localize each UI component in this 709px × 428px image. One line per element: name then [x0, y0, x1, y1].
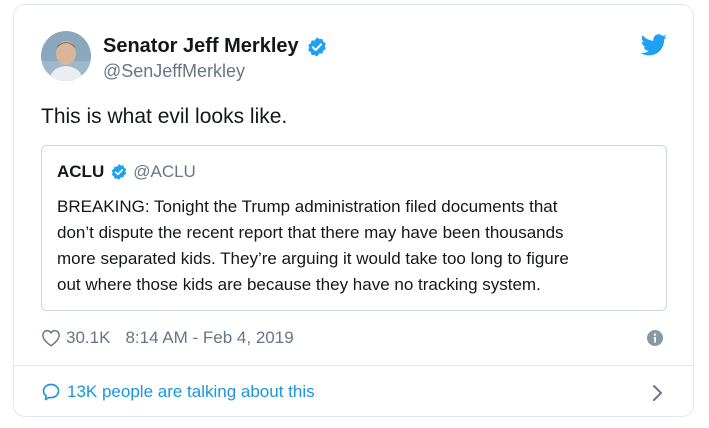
- speech-bubble-icon: [42, 383, 60, 401]
- conversation-link-text[interactable]: 13K people are talking about this: [67, 382, 315, 402]
- tweet-embed-card[interactable]: Senator Jeff Merkley @SenJeffMerkley Thi…: [13, 4, 694, 417]
- quoted-tweet-line: out where those kids are because they ha…: [57, 275, 541, 294]
- quoted-tweet[interactable]: ACLU @ACLU BREAKING: Tonight the Trump a…: [41, 145, 667, 311]
- conversation-link[interactable]: 13K people are talking about this: [41, 382, 315, 402]
- author-name[interactable]: Senator Jeff Merkley: [103, 35, 299, 58]
- quoted-tweet-text: BREAKING: Tonight the Trump administrati…: [57, 194, 657, 298]
- info-icon[interactable]: [647, 330, 663, 346]
- tweet-timestamp[interactable]: 8:14 AM - Feb 4, 2019: [125, 328, 293, 348]
- verified-badge-icon: [112, 164, 127, 180]
- tweet-text: This is what evil looks like.: [41, 105, 288, 128]
- heart-icon[interactable]: [41, 329, 61, 347]
- quoted-tweet-header[interactable]: ACLU @ACLU: [57, 162, 196, 182]
- like-count[interactable]: 30.1K: [66, 328, 110, 348]
- quoted-author-name[interactable]: ACLU: [57, 162, 104, 182]
- quoted-tweet-line: don’t dispute the recent report that the…: [57, 223, 564, 242]
- author-name-row[interactable]: Senator Jeff Merkley: [103, 35, 328, 58]
- quoted-tweet-line: BREAKING: Tonight the Trump administrati…: [57, 197, 558, 216]
- author-handle[interactable]: @SenJeffMerkley: [103, 61, 245, 82]
- avatar[interactable]: [41, 31, 91, 81]
- verified-badge-icon: [307, 36, 326, 57]
- footer-divider: [14, 365, 693, 366]
- quoted-tweet-line: more separated kids. They’re arguing it …: [57, 249, 569, 268]
- chevron-right-icon[interactable]: [651, 384, 663, 402]
- twitter-bird-icon[interactable]: [641, 34, 667, 56]
- tweet-meta: 30.1K 8:14 AM - Feb 4, 2019: [41, 328, 294, 348]
- quoted-author-handle[interactable]: @ACLU: [133, 162, 196, 182]
